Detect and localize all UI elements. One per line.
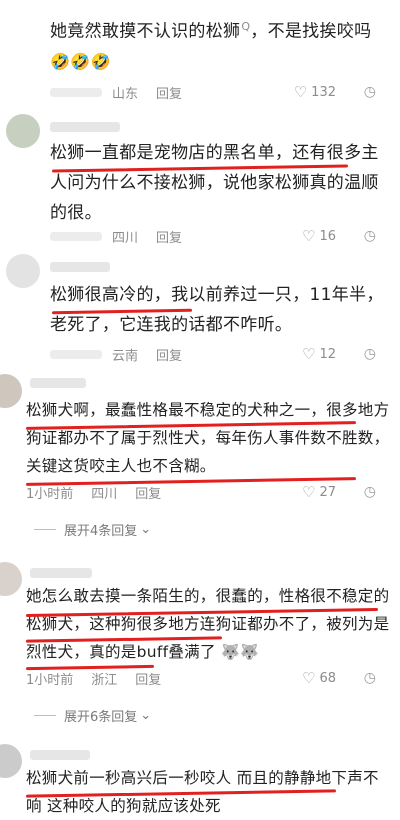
username-blurred[interactable] <box>30 568 92 578</box>
comment-text-part: 她竟然敢摸不认识的松狮 <box>50 21 241 42</box>
expand-label: 展开6条回复 <box>64 710 138 725</box>
location: 浙江 <box>91 672 118 688</box>
location: 四川 <box>91 486 118 502</box>
like-count: 12 <box>319 346 336 362</box>
timestamp: 1小时前 <box>26 486 74 502</box>
comment-text: 松狮犬啊，最蠢性格最不稳定的犬种之一，很多地方狗证都办不了属于烈性犬，每年伤人事… <box>26 401 390 475</box>
comment-meta: 云南 回复 ♡ 12 ◷ <box>50 344 390 364</box>
like-count: 16 <box>319 228 336 244</box>
heart-icon: ♡ <box>302 483 316 501</box>
expand-replies-button[interactable]: 展开6条回复 ⌄ <box>34 706 151 725</box>
like-button[interactable]: ♡ 12 <box>302 345 336 363</box>
username-blurred[interactable] <box>50 122 120 132</box>
wolf-emoji-icon: 🐺🐺 <box>221 643 259 661</box>
comment-text: 她怎么敢去摸一条陌生的，很蠢的，性格很不稳定的松狮犬，这种狗很多地方连狗证都办不… <box>26 582 392 666</box>
heart-icon: ♡ <box>302 345 316 363</box>
timestamp-blurred <box>50 349 102 359</box>
divider-line <box>34 715 56 716</box>
username-blurred[interactable] <box>30 378 86 388</box>
dislike-icon[interactable]: ◷ <box>364 346 376 362</box>
like-count: 27 <box>319 484 336 500</box>
chevron-down-icon: ⌄ <box>140 522 152 537</box>
reply-button[interactable]: 回复 <box>135 669 161 688</box>
like-button[interactable]: ♡ 68 <box>302 669 336 687</box>
expand-replies-button[interactable]: 展开4条回复 ⌄ <box>34 520 151 539</box>
dislike-icon[interactable]: ◷ <box>364 228 376 244</box>
comment-text-part: ，不是找挨咬吗 <box>250 21 372 42</box>
like-button[interactable]: ♡ 132 <box>294 83 336 101</box>
location: 山东 <box>112 86 139 102</box>
dislike-icon[interactable]: ◷ <box>364 484 376 500</box>
comment-text: 松狮一直都是宠物店的黑名单，还有很多主人问为什么不接松狮，说他家松狮真的温顺的很… <box>50 143 379 223</box>
username-blurred[interactable] <box>30 750 90 760</box>
avatar[interactable] <box>0 744 22 778</box>
avatar[interactable] <box>0 562 22 596</box>
chevron-down-icon: ⌄ <box>140 708 152 723</box>
username-blurred[interactable] <box>50 262 110 272</box>
timestamp-blurred <box>50 231 102 241</box>
heart-icon: ♡ <box>302 669 316 687</box>
location: 云南 <box>112 348 139 364</box>
reply-button[interactable]: 回复 <box>156 345 182 364</box>
comment-text-part: 她怎么敢去摸一条陌生的，很蠢的，性格很不稳定的松狮犬，这种狗很多地方连狗证都办不… <box>26 587 390 661</box>
reply-button[interactable]: 回复 <box>135 483 161 502</box>
dislike-icon[interactable]: ◷ <box>364 84 376 100</box>
like-count: 68 <box>319 670 336 686</box>
avatar[interactable] <box>0 374 22 408</box>
reply-button[interactable]: 回复 <box>156 227 182 246</box>
comment-meta: 四川 回复 ♡ 16 ◷ <box>50 226 390 246</box>
comment-meta: 1小时前 四川 回复 ♡ 27 ◷ <box>26 482 390 502</box>
comment-meta: 山东 回复 ♡ 132 ◷ <box>50 82 390 102</box>
divider-line <box>34 529 56 530</box>
timestamp: 1小时前 <box>26 672 74 688</box>
search-icon[interactable]: Q <box>241 20 250 33</box>
comment-meta: 1小时前 浙江 回复 ♡ 68 ◷ <box>26 668 390 688</box>
heart-icon: ♡ <box>302 227 316 245</box>
avatar[interactable] <box>6 254 40 288</box>
expand-label: 展开4条回复 <box>64 524 138 539</box>
reply-button[interactable]: 回复 <box>156 83 182 102</box>
comment-text: 她竟然敢摸不认识的松狮Q，不是找挨咬吗 🤣🤣🤣 <box>50 12 386 77</box>
like-count: 132 <box>311 84 336 100</box>
like-button[interactable]: ♡ 27 <box>302 483 336 501</box>
laugh-emoji-icon: 🤣🤣🤣 <box>50 51 111 71</box>
dislike-icon[interactable]: ◷ <box>364 670 376 686</box>
avatar[interactable] <box>6 114 40 148</box>
location: 四川 <box>112 230 139 246</box>
timestamp-blurred <box>50 87 102 97</box>
like-button[interactable]: ♡ 16 <box>302 227 336 245</box>
heart-icon: ♡ <box>293 83 308 101</box>
